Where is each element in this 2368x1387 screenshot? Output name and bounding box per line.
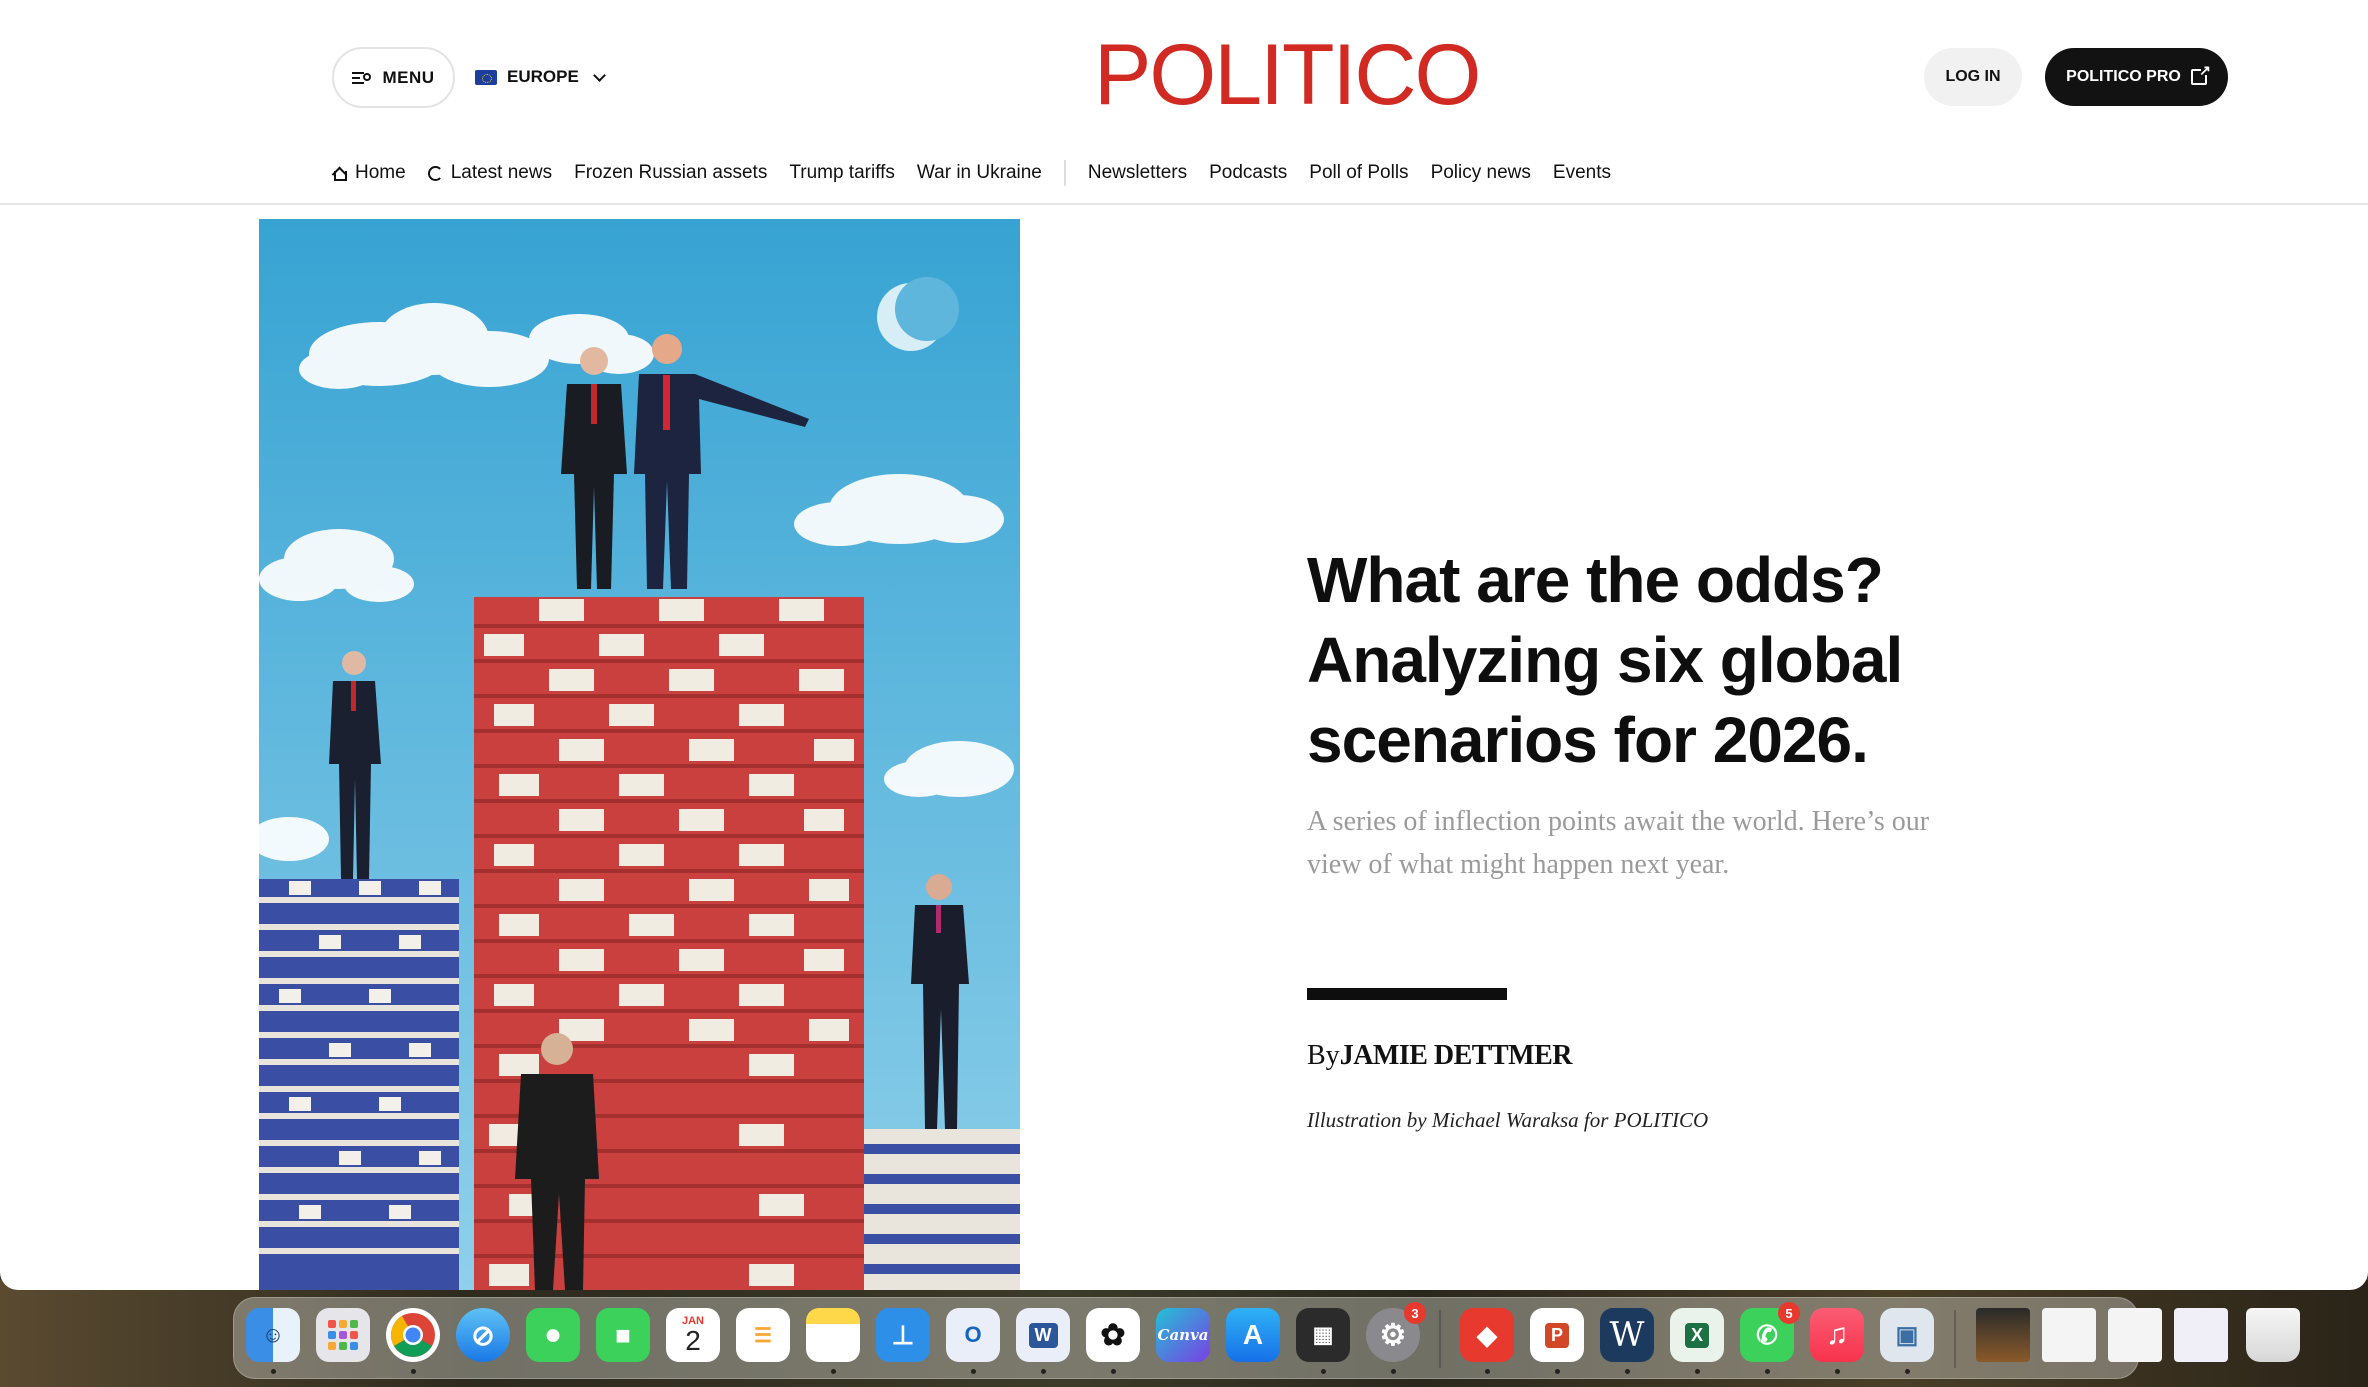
- running-indicator: [1555, 1369, 1560, 1374]
- nav-item-latest-news[interactable]: Latest news: [427, 162, 553, 184]
- trash-icon[interactable]: [2246, 1308, 2300, 1362]
- author-link[interactable]: JAMIE DETTMER: [1340, 1040, 1573, 1071]
- recent-document-thumbnail[interactable]: [2042, 1308, 2096, 1362]
- running-indicator: [1695, 1369, 1700, 1374]
- pro-label: POLITICO PRO: [2066, 68, 2181, 85]
- site-header: MENU EUROPE POLITICO LOG IN POLITICO PRO…: [0, 0, 2368, 205]
- eu-flag-icon: [475, 69, 497, 85]
- nav-item-trump-tariffs[interactable]: Trump tariffs: [789, 162, 895, 184]
- running-indicator: [1625, 1369, 1630, 1374]
- article-subhead: A series of inflection points await the …: [1307, 806, 1930, 880]
- blue-chip-stack-left: [259, 879, 459, 1290]
- hero-illustration[interactable]: [259, 219, 1020, 1290]
- powerpoint-icon[interactable]: P: [1530, 1308, 1584, 1362]
- reminders-icon[interactable]: ☰: [736, 1308, 790, 1362]
- running-indicator: [1765, 1369, 1770, 1374]
- dock-separator: [1439, 1310, 1441, 1368]
- menu-button[interactable]: MENU: [332, 47, 455, 108]
- running-indicator: [1391, 1369, 1396, 1374]
- canva-icon[interactable]: Canva: [1156, 1308, 1210, 1362]
- running-indicator: [1835, 1369, 1840, 1374]
- menu-search-icon: [352, 70, 372, 86]
- nav-item-policy-news[interactable]: Policy news: [1431, 162, 1531, 184]
- running-indicator: [1321, 1369, 1326, 1374]
- running-indicator: [1905, 1369, 1910, 1374]
- recent-document-thumbnail[interactable]: [2174, 1308, 2228, 1362]
- running-indicator: [1111, 1369, 1116, 1374]
- politico-pro-button[interactable]: POLITICO PRO: [2045, 48, 2228, 106]
- byline: ByJAMIE DETTMER: [1307, 1040, 1572, 1072]
- canva-label: Canva: [1157, 1326, 1209, 1344]
- nav-item-home[interactable]: Home: [332, 162, 406, 184]
- nav-divider: [1063, 160, 1066, 186]
- region-label: EUROPE: [507, 67, 579, 86]
- word-label: W: [1609, 1315, 1645, 1355]
- external-link-icon: [2190, 62, 2211, 85]
- main-nav: Home Latest news Frozen Russian assets T…: [332, 158, 1633, 188]
- settings-badge: 3: [1404, 1302, 1426, 1324]
- excel-icon[interactable]: X: [1670, 1308, 1724, 1362]
- poker-chips-illustration: [259, 219, 1020, 1290]
- illustration-credit: Illustration by Michael Waraksa for POLI…: [1307, 1108, 1709, 1132]
- nav-label: Latest news: [450, 162, 553, 183]
- safari-icon[interactable]: ⊘: [456, 1308, 510, 1362]
- word-icon[interactable]: W: [1016, 1308, 1070, 1362]
- notes-icon[interactable]: [806, 1308, 860, 1362]
- headline-rule: [1307, 988, 1507, 1000]
- running-indicator: [271, 1369, 276, 1374]
- running-indicator: [971, 1369, 976, 1374]
- launchpad-grid: [328, 1320, 358, 1350]
- article-headline[interactable]: What are the odds? Analyzing six global …: [1307, 540, 2007, 780]
- chrome-logo: [391, 1313, 435, 1357]
- whatsapp-badge: 5: [1778, 1302, 1800, 1324]
- clock-icon: [427, 165, 443, 181]
- recent-document-thumbnail[interactable]: [2108, 1308, 2162, 1362]
- running-indicator: [411, 1369, 416, 1374]
- running-indicator: [1485, 1369, 1490, 1374]
- system-settings-icon[interactable]: ⚙ 3: [1366, 1302, 1426, 1362]
- nav-item-events[interactable]: Events: [1553, 162, 1611, 184]
- login-button[interactable]: LOG IN: [1924, 48, 2022, 106]
- preview-icon[interactable]: ▣: [1880, 1308, 1934, 1362]
- messages-icon[interactable]: ●: [526, 1308, 580, 1362]
- music-icon[interactable]: ♫: [1810, 1308, 1864, 1362]
- screenshot-icon[interactable]: ▦: [1296, 1308, 1350, 1362]
- outlook-icon[interactable]: O: [946, 1308, 1000, 1362]
- facetime-icon[interactable]: ■: [596, 1308, 650, 1362]
- nav-item-newsletters[interactable]: Newsletters: [1088, 162, 1187, 184]
- nav-item-war-in-ukraine[interactable]: War in Ukraine: [917, 162, 1042, 184]
- app-store-icon[interactable]: A: [1226, 1308, 1280, 1362]
- browser-window: MENU EUROPE POLITICO LOG IN POLITICO PRO…: [0, 0, 2368, 1290]
- nav-item-poll-of-polls[interactable]: Poll of Polls: [1309, 162, 1408, 184]
- keynote-icon[interactable]: ⊥: [876, 1308, 930, 1362]
- calendar-icon[interactable]: JAN 2: [666, 1308, 720, 1362]
- running-indicator: [1041, 1369, 1046, 1374]
- byline-prefix: By: [1307, 1040, 1340, 1071]
- anydesk-icon[interactable]: ◆: [1460, 1308, 1514, 1362]
- menu-label: MENU: [382, 67, 435, 87]
- calendar-day: 2: [685, 1325, 701, 1356]
- finder-icon[interactable]: ☺: [246, 1308, 300, 1362]
- nav-item-podcasts[interactable]: Podcasts: [1209, 162, 1287, 184]
- politico-logo[interactable]: POLITICO: [1094, 30, 1481, 120]
- chrome-icon[interactable]: [386, 1308, 440, 1362]
- launchpad-icon[interactable]: [316, 1308, 370, 1362]
- region-selector[interactable]: EUROPE: [475, 62, 606, 92]
- nav-item-frozen-russian-assets[interactable]: Frozen Russian assets: [574, 162, 767, 184]
- whatsapp-icon[interactable]: ✆ 5: [1740, 1302, 1800, 1362]
- nav-label: Home: [355, 162, 406, 183]
- macos-dock: ☺ ⊘ ● ■ JAN 2 ☰ ⊥ O W ✿ Canva A ▦ ⚙ 3 ◆ …: [233, 1297, 2300, 1379]
- chatgpt-icon[interactable]: ✿: [1086, 1308, 1140, 1362]
- dock-separator: [1954, 1310, 1956, 1368]
- wordpress-icon[interactable]: W: [1600, 1308, 1654, 1362]
- running-indicator: [831, 1369, 836, 1374]
- home-icon: [332, 166, 347, 181]
- chevron-down-icon: [592, 68, 606, 82]
- recent-document-thumbnail[interactable]: [1976, 1308, 2030, 1362]
